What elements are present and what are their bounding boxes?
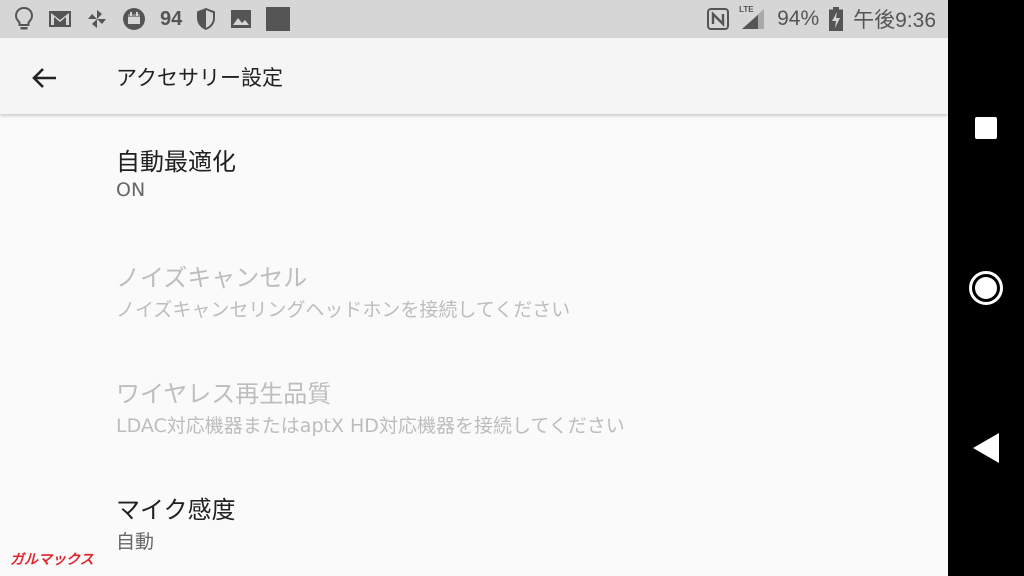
recents-square-icon <box>974 116 998 140</box>
setting-title: ワイヤレス再生品質 <box>116 380 332 408</box>
settings-list: 自動最適化 ON ノイズキャンセル ノイズキャンセリングヘッドホンを接続してくだ… <box>0 114 948 576</box>
setting-noise-cancel: ノイズキャンセル ノイズキャンセリングヘッドホンを接続してください <box>0 230 948 346</box>
setting-summary: LDAC対応機器またはaptX HD対応機器を接続してください <box>116 415 625 437</box>
back-nav-button[interactable] <box>948 410 1024 486</box>
square-icon <box>266 7 291 31</box>
lte-signal-icon: LTE <box>739 5 767 31</box>
nav-bar <box>948 0 1024 576</box>
status-bar: 94 LTE 94% 午後9:36 <box>0 0 948 38</box>
nfc-icon <box>707 7 730 31</box>
setting-summary: 自動 <box>116 531 155 553</box>
setting-auto-optimize[interactable]: 自動最適化 ON <box>0 114 948 230</box>
setting-summary: ON <box>116 179 146 201</box>
arrow-back-icon <box>31 66 57 90</box>
app-bar: アクセサリー設定 <box>0 38 948 114</box>
image-icon <box>230 7 252 31</box>
back-button[interactable] <box>20 54 68 102</box>
setting-title: ノイズキャンセル <box>116 264 308 292</box>
setting-mic-sensitivity[interactable]: マイク感度 自動 <box>0 462 948 576</box>
page-title: アクセサリー設定 <box>116 66 283 90</box>
setting-title: マイク感度 <box>116 496 236 524</box>
battery-charging-icon <box>829 7 844 31</box>
status-bar-notifications: 94 <box>14 0 291 38</box>
gmail-icon <box>48 7 72 31</box>
home-circle-icon <box>968 270 1004 306</box>
notification-count: 94 <box>160 7 183 30</box>
screen: 94 LTE 94% 午後9:36 アクセサリー設定 自動最適化 ON ノイズキ… <box>0 0 948 576</box>
setting-wireless-quality: ワイヤレス再生品質 LDAC対応機器またはaptX HD対応機器を接続してくださ… <box>0 346 948 462</box>
battery-percent: 94% <box>777 7 820 30</box>
clock: 午後9:36 <box>853 9 936 32</box>
home-button[interactable] <box>948 250 1024 326</box>
calendar-icon <box>122 7 146 31</box>
lightbulb-icon <box>14 6 34 31</box>
back-triangle-icon <box>971 432 1001 464</box>
watermark: ガルマックス <box>10 551 94 567</box>
status-bar-system: LTE 94% 午後9:36 <box>707 0 936 38</box>
shield-icon <box>196 7 216 31</box>
setting-summary: ノイズキャンセリングヘッドホンを接続してください <box>116 299 571 321</box>
setting-title: 自動最適化 <box>116 148 236 176</box>
recents-button[interactable] <box>948 90 1024 166</box>
pinwheel-icon <box>86 7 108 31</box>
lte-label: LTE <box>739 5 754 14</box>
